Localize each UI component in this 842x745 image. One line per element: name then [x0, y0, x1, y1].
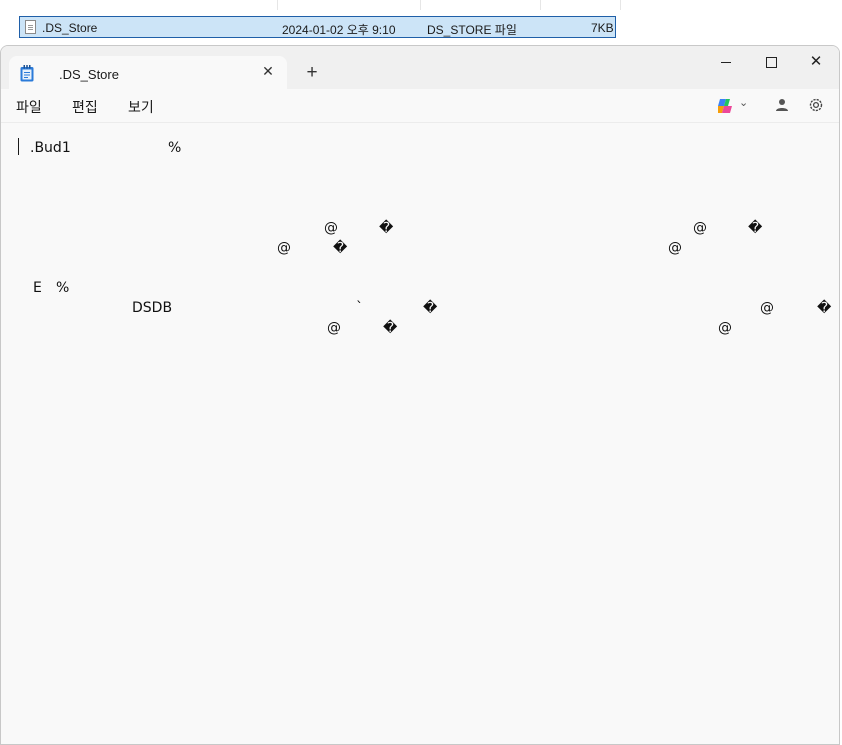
- maximize-button[interactable]: [748, 46, 794, 78]
- text-fragment: �: [748, 220, 763, 236]
- minimize-icon: [721, 61, 731, 63]
- text-line: @ � @: [18, 238, 833, 258]
- tab-close-button[interactable]: ✕: [258, 61, 278, 81]
- new-tab-button[interactable]: +: [301, 62, 323, 84]
- column-divider[interactable]: [277, 0, 278, 10]
- text-line: E %: [18, 278, 833, 298]
- file-row-selected[interactable]: .DS_Store 2024-01-02 오후 9:10 DS_STORE 파일…: [19, 16, 616, 38]
- menu-file[interactable]: 파일: [16, 97, 42, 117]
- text-fragment: �: [817, 300, 832, 316]
- file-type: DS_STORE 파일: [427, 23, 517, 37]
- text-fragment: �: [423, 300, 438, 316]
- text-fragment: �: [379, 220, 394, 236]
- account-icon[interactable]: [775, 98, 789, 112]
- text-fragment: �: [333, 240, 348, 256]
- maximize-icon: [765, 56, 777, 68]
- close-icon: ✕: [809, 53, 823, 70]
- text-fragment: %: [168, 140, 182, 156]
- column-divider[interactable]: [620, 0, 621, 10]
- text-fragment: %: [56, 280, 70, 296]
- notepad-app-icon: [20, 65, 34, 82]
- document-file-icon: [25, 20, 36, 34]
- minimize-button[interactable]: [703, 46, 749, 78]
- copilot-icon[interactable]: [716, 97, 734, 115]
- notepad-window: .DS_Store ✕ + ✕ 파일 편집 보기 ⌄ .Bud1 % @ � @…: [0, 45, 840, 745]
- text-line: [18, 258, 833, 278]
- editor-text: .Bud1 % @ � @ � @ � @ E % DSDB ` � @ � @…: [18, 138, 833, 338]
- text-fragment: @: [327, 320, 341, 336]
- tab-title: .DS_Store: [59, 67, 119, 82]
- file-date-modified: 2024-01-02 오후 9:10: [282, 23, 396, 37]
- text-fragment: @: [277, 240, 291, 256]
- text-line: DSDB ` � @ �: [18, 298, 833, 318]
- text-fragment: @: [718, 320, 732, 336]
- text-line: [18, 198, 833, 218]
- chevron-down-icon[interactable]: ⌄: [739, 96, 748, 109]
- text-fragment: �: [383, 320, 398, 336]
- text-fragment: E: [33, 280, 42, 296]
- text-editor[interactable]: .Bud1 % @ � @ � @ � @ E % DSDB ` � @ � @…: [1, 123, 839, 744]
- text-line: .Bud1 %: [18, 138, 833, 158]
- text-fragment: @: [324, 220, 338, 236]
- text-line: @ � @: [18, 318, 833, 338]
- column-divider[interactable]: [540, 0, 541, 10]
- text-fragment: `: [356, 300, 363, 316]
- text-line: [18, 178, 833, 198]
- menu-view[interactable]: 보기: [128, 97, 154, 117]
- text-fragment: DSDB: [132, 300, 173, 316]
- title-bar[interactable]: .DS_Store ✕ + ✕: [1, 46, 839, 89]
- column-divider[interactable]: [420, 0, 421, 10]
- text-line: @ � @ �: [18, 218, 833, 238]
- text-fragment: .Bud1: [30, 140, 71, 156]
- text-line: [18, 158, 833, 178]
- tab-ds-store[interactable]: .DS_Store ✕: [9, 56, 287, 89]
- file-explorer-list: .DS_Store 2024-01-02 오후 9:10 DS_STORE 파일…: [0, 0, 842, 46]
- settings-icon[interactable]: [807, 96, 825, 114]
- file-name: .DS_Store: [42, 21, 98, 35]
- text-fragment: @: [693, 220, 707, 236]
- menu-edit[interactable]: 편집: [72, 97, 98, 117]
- text-fragment: @: [668, 240, 682, 256]
- text-fragment: @: [760, 300, 774, 316]
- menu-bar: 파일 편집 보기 ⌄: [1, 89, 839, 123]
- close-window-button[interactable]: ✕: [793, 46, 839, 78]
- file-size: 7KB: [591, 21, 614, 35]
